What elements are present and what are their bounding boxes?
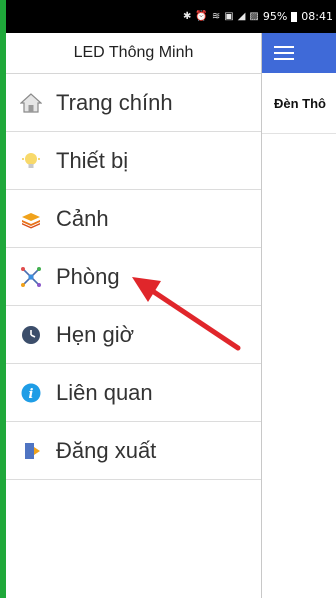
menu-item-label: Liên quan xyxy=(56,379,153,405)
hamburger-menu-icon[interactable] xyxy=(274,42,294,64)
menu-item-phong[interactable]: Phòng xyxy=(6,248,261,306)
page-title: Đèn Thô xyxy=(262,73,336,134)
clock-icon xyxy=(18,322,44,348)
menu-item-label: Trang chính xyxy=(56,89,173,115)
status-bar: ✱ ⏰ ≋ ▣ ◢ ▨ 95% 08:41 xyxy=(6,0,336,33)
lightbulb-icon xyxy=(18,148,44,174)
menu-item-trang-chinh[interactable]: Trang chính xyxy=(6,74,261,132)
network-icon xyxy=(18,264,44,290)
drawer-title: LED Thông Minh xyxy=(6,33,261,74)
menu-item-label: Phòng xyxy=(56,263,120,289)
main-content: Đèn Thô xyxy=(262,33,336,598)
clock-time: 08:41 xyxy=(301,10,333,23)
data-icon: ▣ xyxy=(224,11,234,22)
phone-screen: ✱ ⏰ ≋ ▣ ◢ ▨ 95% 08:41 LED Thông Minh Tra… xyxy=(6,0,336,598)
app-bar xyxy=(262,33,336,73)
navigation-drawer: LED Thông Minh Trang chính Thiết bị Cảnh… xyxy=(6,33,262,598)
bluetooth-icon: ✱ xyxy=(183,11,192,22)
menu-item-thiet-bi[interactable]: Thiết bị xyxy=(6,132,261,190)
menu-item-label: Đăng xuất xyxy=(56,437,157,463)
menu-item-label: Thiết bị xyxy=(56,147,129,173)
wifi-icon: ≋ xyxy=(211,11,221,22)
layers-icon xyxy=(18,206,44,232)
menu-item-label: Hẹn giờ xyxy=(56,321,135,347)
battery-icon xyxy=(291,11,298,22)
logout-icon xyxy=(18,438,44,464)
menu-item-lien-quan[interactable]: i Liên quan xyxy=(6,364,261,422)
alarm-icon: ⏰ xyxy=(195,11,208,22)
svg-text:i: i xyxy=(29,387,34,402)
menu-item-hen-gio[interactable]: Hẹn giờ xyxy=(6,306,261,364)
menu-item-dang-xuat[interactable]: Đăng xuất xyxy=(6,422,261,480)
menu-item-label: Cảnh xyxy=(56,205,109,231)
menu-item-canh[interactable]: Cảnh xyxy=(6,190,261,248)
signal-icon: ◢ xyxy=(237,11,246,22)
battery-percent: 95% xyxy=(262,10,288,23)
home-icon xyxy=(18,90,44,116)
info-icon: i xyxy=(18,380,44,406)
signal-icon-2: ▨ xyxy=(249,11,259,22)
